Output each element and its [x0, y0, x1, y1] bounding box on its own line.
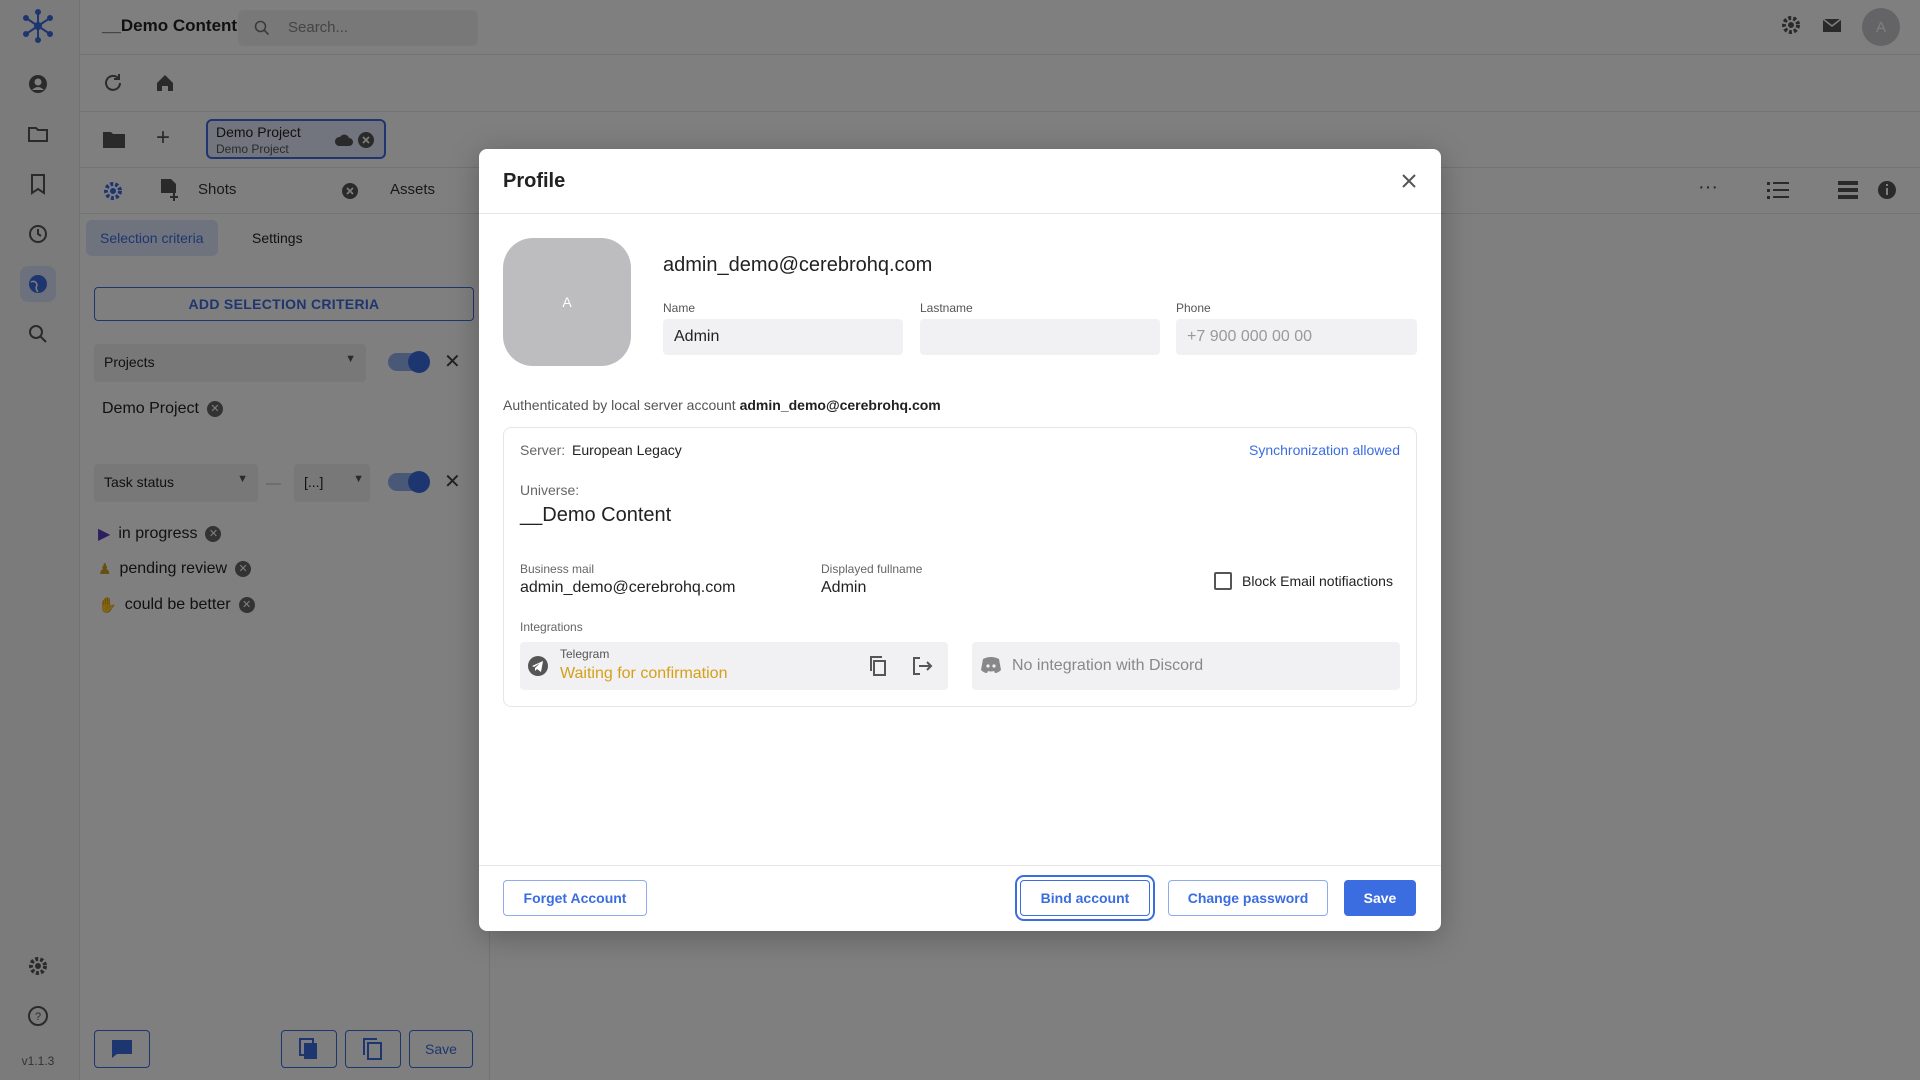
phone-label: Phone	[1176, 301, 1211, 315]
lastname-label: Lastname	[920, 301, 973, 315]
forget-account-button[interactable]: Forget Account	[503, 880, 647, 916]
phone-field[interactable]: +7 900 000 00 00	[1176, 319, 1417, 355]
auth-info: Authenticated by local server account ad…	[503, 397, 941, 413]
display-name-value: Admin	[821, 579, 867, 596]
integrations-label: Integrations	[520, 620, 583, 634]
discord-integration: No integration with Discord	[972, 642, 1400, 690]
business-mail-value: admin_demo@cerebrohq.com	[520, 579, 736, 596]
dialog-header: Profile	[479, 149, 1441, 214]
profile-email: admin_demo@cerebrohq.com	[663, 254, 933, 276]
logout-icon[interactable]	[910, 654, 934, 678]
profile-dialog: Profile A admin_demo@cerebrohq.com Name …	[479, 149, 1441, 931]
sync-status-link[interactable]: Synchronization allowed	[1249, 442, 1400, 458]
discord-icon	[981, 657, 1001, 673]
display-name-label: Displayed fullname	[821, 562, 923, 576]
telegram-name: Telegram	[560, 647, 610, 661]
profile-avatar[interactable]: A	[503, 238, 631, 366]
bind-account-button[interactable]: Bind account	[1020, 880, 1150, 916]
auth-account: admin_demo@cerebrohq.com	[739, 397, 941, 413]
name-label: Name	[663, 301, 696, 315]
dialog-title: Profile	[503, 170, 566, 192]
close-icon[interactable]	[1397, 169, 1421, 193]
save-button[interactable]: Save	[1344, 880, 1416, 916]
business-mail-label: Business mail	[520, 562, 595, 576]
change-password-button[interactable]: Change password	[1168, 880, 1328, 916]
name-field[interactable]: Admin	[663, 319, 903, 355]
discord-status: No integration with Discord	[1012, 657, 1204, 674]
server-value: European Legacy	[572, 442, 682, 458]
telegram-status: Waiting for confirmation	[560, 665, 728, 682]
copy-icon[interactable]	[866, 654, 890, 678]
lastname-field[interactable]	[920, 319, 1160, 355]
block-email-checkbox[interactable]	[1214, 572, 1232, 590]
dialog-footer: Forget Account Bind account Change passw…	[479, 865, 1441, 931]
telegram-icon	[528, 656, 548, 676]
block-email-label[interactable]: Block Email notifiactions	[1242, 573, 1393, 589]
server-label: Server:	[520, 442, 566, 458]
auth-prefix: Authenticated by local server account	[503, 397, 736, 413]
universe-label: Universe:	[520, 482, 580, 498]
telegram-integration: Telegram Waiting for confirmation	[520, 642, 948, 690]
universe-value: __Demo Content	[520, 504, 672, 526]
server-card: Server: European Legacy Synchronization …	[503, 427, 1417, 707]
